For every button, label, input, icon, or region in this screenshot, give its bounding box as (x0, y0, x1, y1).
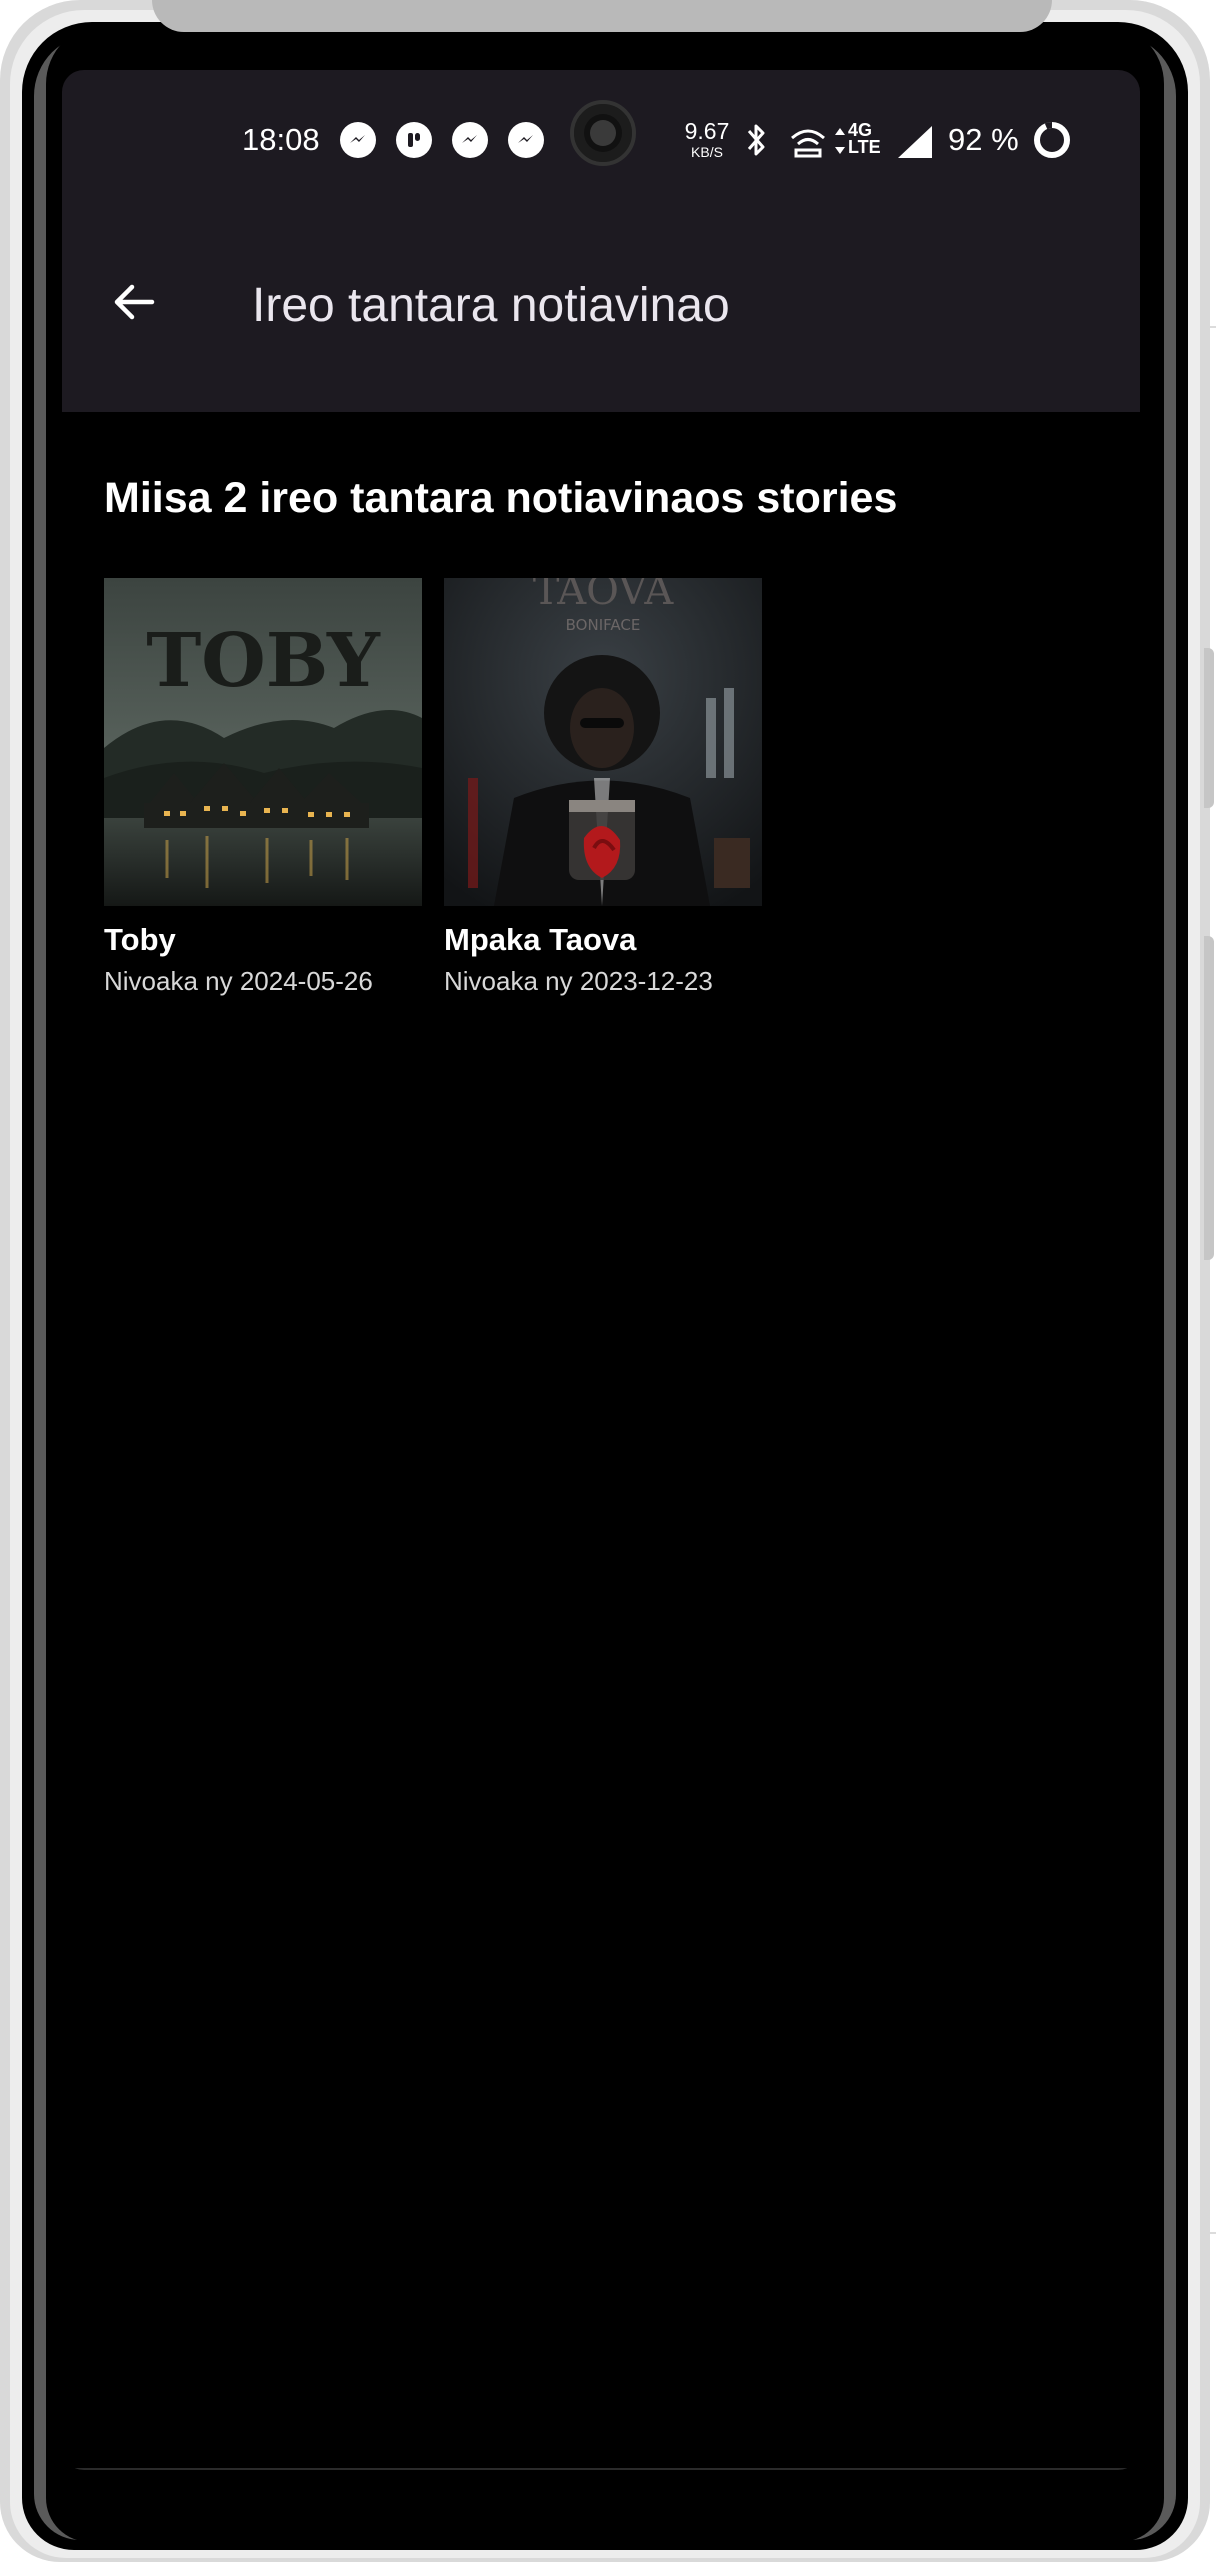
phone-top-edge (152, 0, 1052, 32)
power-button (1204, 936, 1214, 1260)
volume-button (1204, 648, 1214, 808)
network-speed: 9.67 KB/S (680, 118, 734, 160)
battery-ring-icon (1034, 122, 1070, 158)
nav-divider (62, 2468, 1140, 2470)
back-button[interactable] (102, 270, 166, 334)
story-title[interactable]: Toby (104, 922, 422, 958)
battery-percent: 92 % (948, 122, 1019, 157)
network-type-lte: LTE (848, 137, 881, 158)
network-type: 4G LTE (848, 121, 881, 158)
signal-icon (898, 126, 932, 158)
story-cover-image[interactable]: TAOVA BONIFACE (444, 578, 762, 906)
story-title[interactable]: Mpaka Taova (444, 922, 762, 958)
messenger-icon (340, 122, 376, 158)
page-title: Ireo tantara notiavinao (252, 279, 730, 332)
story-date: Nivoaka ny 2023-12-23 (444, 966, 713, 996)
status-bar: 18:08 9.67 KB/S 4G LTE 92 % (62, 70, 1140, 210)
hotspot-icon (791, 129, 825, 158)
cover-title-text: TOBY (146, 618, 381, 704)
story-cover-image[interactable]: TOBY (104, 578, 422, 906)
toby-cover-illustration: TOBY (104, 578, 422, 906)
section-heading: Miisa 2 ireo tantara notiavinaos stories (104, 474, 898, 522)
bluetooth-icon (747, 124, 765, 156)
story-date: Nivoaka ny 2024-05-26 (104, 966, 373, 996)
messenger-icon (452, 122, 488, 158)
status-time: 18:08 (242, 122, 320, 157)
front-camera (570, 100, 636, 166)
app-bar: Ireo tantara notiavinao (62, 210, 1140, 412)
arrow-left-icon (114, 284, 155, 320)
app-icon (396, 122, 432, 158)
phone-device: 18:08 9.67 KB/S 4G LTE 92 % Ireo tantara… (0, 0, 1214, 2562)
mpaka-taova-cover-illustration: TAOVA BONIFACE (444, 578, 762, 906)
network-speed-value: 9.67 (684, 118, 730, 144)
messenger-icon (508, 122, 544, 158)
cover-title-text: TAOVA (533, 578, 675, 614)
data-arrows-icon (835, 128, 845, 154)
cover-subtitle-text: BONIFACE (566, 616, 641, 634)
story-card-toby[interactable]: TOBY Toby Nivoaka ny 2024-05-26 (104, 578, 422, 997)
story-card-mpaka-taova[interactable]: TAOVA BONIFACE Mpaka Taova Nivoaka ny 20… (444, 578, 762, 997)
phone-screen: 18:08 9.67 KB/S 4G LTE 92 % Ireo tantara… (62, 70, 1140, 2470)
network-speed-unit: KB/S (691, 144, 723, 160)
